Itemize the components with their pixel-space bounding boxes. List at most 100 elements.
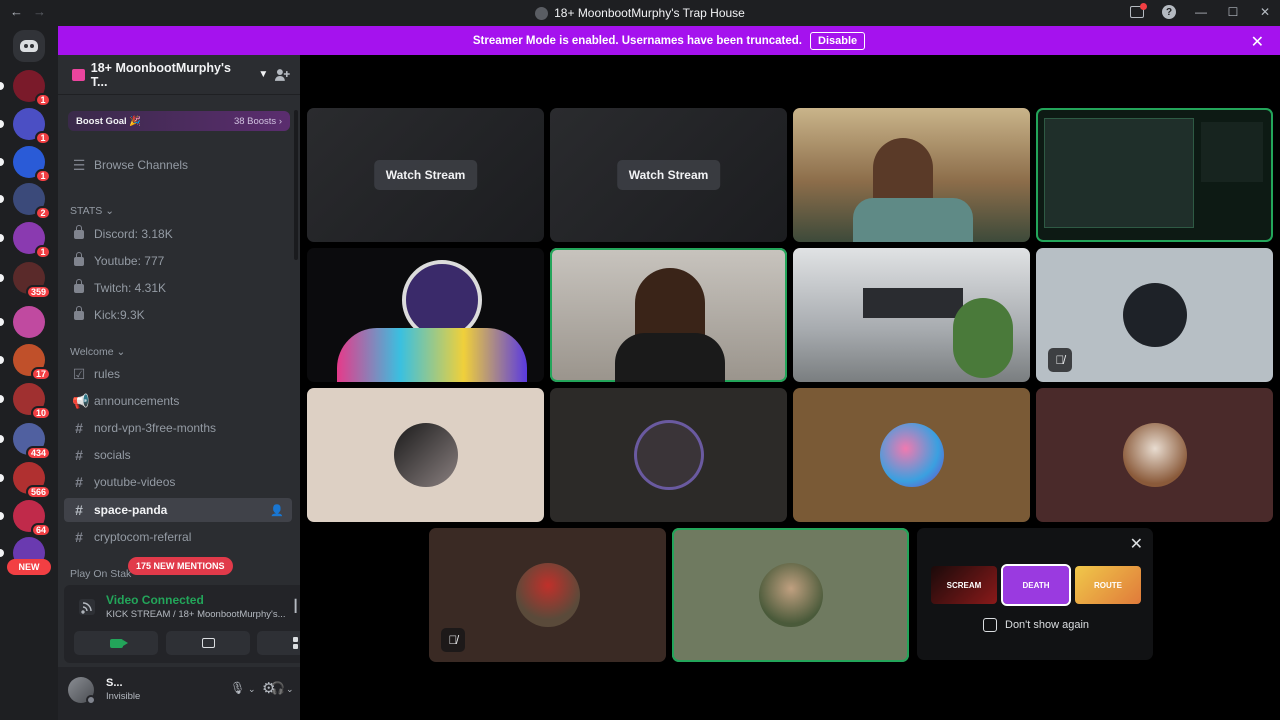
activities-promo: ✕ SCREAM DEATH ROUTE Don't show again — [917, 528, 1153, 660]
stream-tile[interactable]: Watch Stream — [550, 108, 787, 242]
server-icon-10[interactable]: 434 — [0, 423, 51, 460]
channel-youtube-videos[interactable]: # youtube-videos — [64, 470, 292, 494]
server-icon-1[interactable]: 1 — [0, 70, 51, 107]
server-icon-3[interactable]: 1 — [0, 146, 51, 183]
video-tile[interactable] — [793, 248, 1030, 382]
browse-channels[interactable]: ☰ Browse Channels — [64, 153, 292, 177]
channel-rules[interactable]: ☑ rules — [64, 362, 292, 386]
close-banner-icon[interactable]: ✕ — [1251, 32, 1264, 52]
unread-pill — [0, 356, 4, 364]
headphones-chevron-icon[interactable]: ⌄ — [286, 684, 294, 695]
video-tile[interactable] — [550, 388, 787, 522]
scrollbar[interactable] — [294, 110, 298, 260]
unread-pill — [0, 435, 4, 443]
category-welcome[interactable]: Welcome ⌄ — [70, 346, 125, 358]
signal-icon[interactable] — [78, 598, 96, 616]
channel-label: announcements — [94, 394, 180, 408]
mention-badge: 1 — [35, 169, 51, 183]
discord-home-button[interactable] — [13, 30, 45, 62]
unread-pill — [0, 82, 4, 90]
stat-channel-twitch[interactable]: Twitch: 4.31K — [64, 276, 292, 300]
category-play-on-stake[interactable]: Play On Stak — [70, 568, 131, 580]
video-tile[interactable] — [793, 108, 1030, 242]
mention-badge: 1 — [35, 245, 51, 259]
mention-badge: 10 — [30, 406, 51, 420]
camera-button[interactable] — [74, 631, 158, 655]
forward-arrow-icon[interactable]: → — [33, 4, 46, 19]
unread-pill — [0, 318, 4, 326]
checklist-icon: ☑ — [72, 365, 86, 382]
participant-avatar — [1122, 423, 1187, 487]
server-icon-11[interactable]: 566 — [0, 462, 51, 499]
close-icon[interactable]: ✕ — [1130, 534, 1143, 554]
server-icon-2[interactable]: 1 — [0, 108, 51, 145]
video-tile[interactable] — [1036, 388, 1273, 522]
channel-label: youtube-videos — [94, 475, 176, 489]
mic-chevron-icon[interactable]: ⌄ — [248, 684, 256, 695]
participant-avatar — [879, 423, 944, 487]
mention-badge: 434 — [25, 446, 51, 460]
server-icon-4[interactable]: 2 — [0, 183, 51, 220]
invite-people-icon[interactable] — [274, 67, 290, 83]
hash-icon: # — [75, 447, 83, 463]
activity-thumbnail[interactable]: ROUTE — [1075, 566, 1141, 604]
channel-label: rules — [94, 367, 121, 381]
status-indicator — [86, 695, 96, 705]
server-icon-6[interactable]: 359 — [0, 262, 51, 299]
video-tile[interactable] — [307, 248, 544, 382]
video-tile[interactable] — [793, 388, 1030, 522]
checkbox-icon[interactable] — [983, 618, 997, 632]
avatar[interactable] — [68, 677, 96, 705]
new-servers-badge[interactable]: NEW — [7, 559, 51, 575]
server-header[interactable]: 18+ MoonbootMurphy's T... ▼ — [58, 55, 300, 95]
minimize-icon[interactable]: — — [1192, 3, 1210, 21]
channel-announcements[interactable]: 📢 announcements — [64, 389, 292, 413]
server-icon-5[interactable]: 1 — [0, 222, 51, 259]
channel-sidebar: 18+ MoonbootMurphy's T... ▼ Boost Goal 🎉… — [58, 55, 352, 720]
video-tile[interactable] — [550, 248, 787, 382]
video-tile-stream[interactable] — [1036, 108, 1273, 242]
add-member-icon[interactable]: 👤 — [270, 504, 284, 517]
channel-socials[interactable]: # socials — [64, 443, 292, 467]
server-icon-7[interactable] — [0, 306, 45, 338]
video-tile[interactable] — [672, 528, 909, 662]
lock-icon — [74, 252, 84, 266]
category-stats[interactable]: STATS ⌄ — [70, 205, 114, 217]
title-bar: ← → 18+ MoonbootMurphy's Trap House ? — … — [0, 0, 1280, 26]
channel-space-panda[interactable]: # space-panda 👤 — [64, 498, 292, 522]
server-icon-8[interactable]: 17 — [0, 344, 51, 381]
activity-thumbnail[interactable]: SCREAM — [931, 566, 997, 604]
video-tile[interactable]: 🎙̸ — [1036, 248, 1273, 382]
inbox-icon[interactable] — [1128, 3, 1147, 21]
stat-channel-kick[interactable]: Kick:9.3K — [64, 303, 292, 327]
back-arrow-icon[interactable]: ← — [10, 4, 23, 19]
stream-tile[interactable]: Watch Stream — [307, 108, 544, 242]
disable-streamer-mode-button[interactable]: Disable — [810, 31, 866, 50]
watch-stream-button[interactable]: Watch Stream — [373, 160, 478, 190]
server-icon-12[interactable]: 64 — [0, 500, 51, 537]
channel-nord-vpn[interactable]: # nord-vpn-3free-months — [64, 416, 292, 440]
voice-status[interactable]: Video Connected — [106, 593, 204, 607]
voice-channel-name[interactable]: KICK STREAM / 18+ MoonbootMurphy's... — [106, 609, 285, 620]
microphone-icon[interactable]: 🎙 — [230, 681, 245, 695]
hash-icon: # — [75, 420, 83, 436]
server-avatar — [13, 306, 45, 338]
server-icon-9[interactable]: 10 — [0, 383, 51, 420]
channel-label: nord-vpn-3free-months — [94, 421, 217, 435]
new-mentions-pill[interactable]: 175 NEW MENTIONS — [128, 557, 233, 575]
video-tile[interactable]: 🎙̸ — [429, 528, 666, 662]
watch-stream-button[interactable]: Watch Stream — [616, 160, 721, 190]
close-window-icon[interactable]: ✕ — [1256, 3, 1274, 21]
stat-channel-youtube[interactable]: Youtube: 777 — [64, 249, 292, 273]
channel-cryptocom-referral[interactable]: # cryptocom-referral — [64, 525, 292, 549]
dont-show-again-checkbox[interactable]: Don't show again — [983, 618, 1089, 632]
boost-goal-bar[interactable]: Boost Goal 🎉 38 Boosts › — [68, 111, 290, 131]
username[interactable]: S... — [106, 677, 123, 689]
activity-thumbnail[interactable]: DEATH — [1001, 564, 1071, 606]
maximize-icon[interactable]: ☐ — [1224, 3, 1242, 21]
help-icon[interactable]: ? — [1160, 3, 1178, 21]
stat-channel-discord[interactable]: Discord: 3.18K — [64, 222, 292, 246]
share-screen-button[interactable] — [166, 631, 250, 655]
settings-gear-icon[interactable]: ⚙ — [262, 679, 275, 697]
video-tile[interactable] — [307, 388, 544, 522]
